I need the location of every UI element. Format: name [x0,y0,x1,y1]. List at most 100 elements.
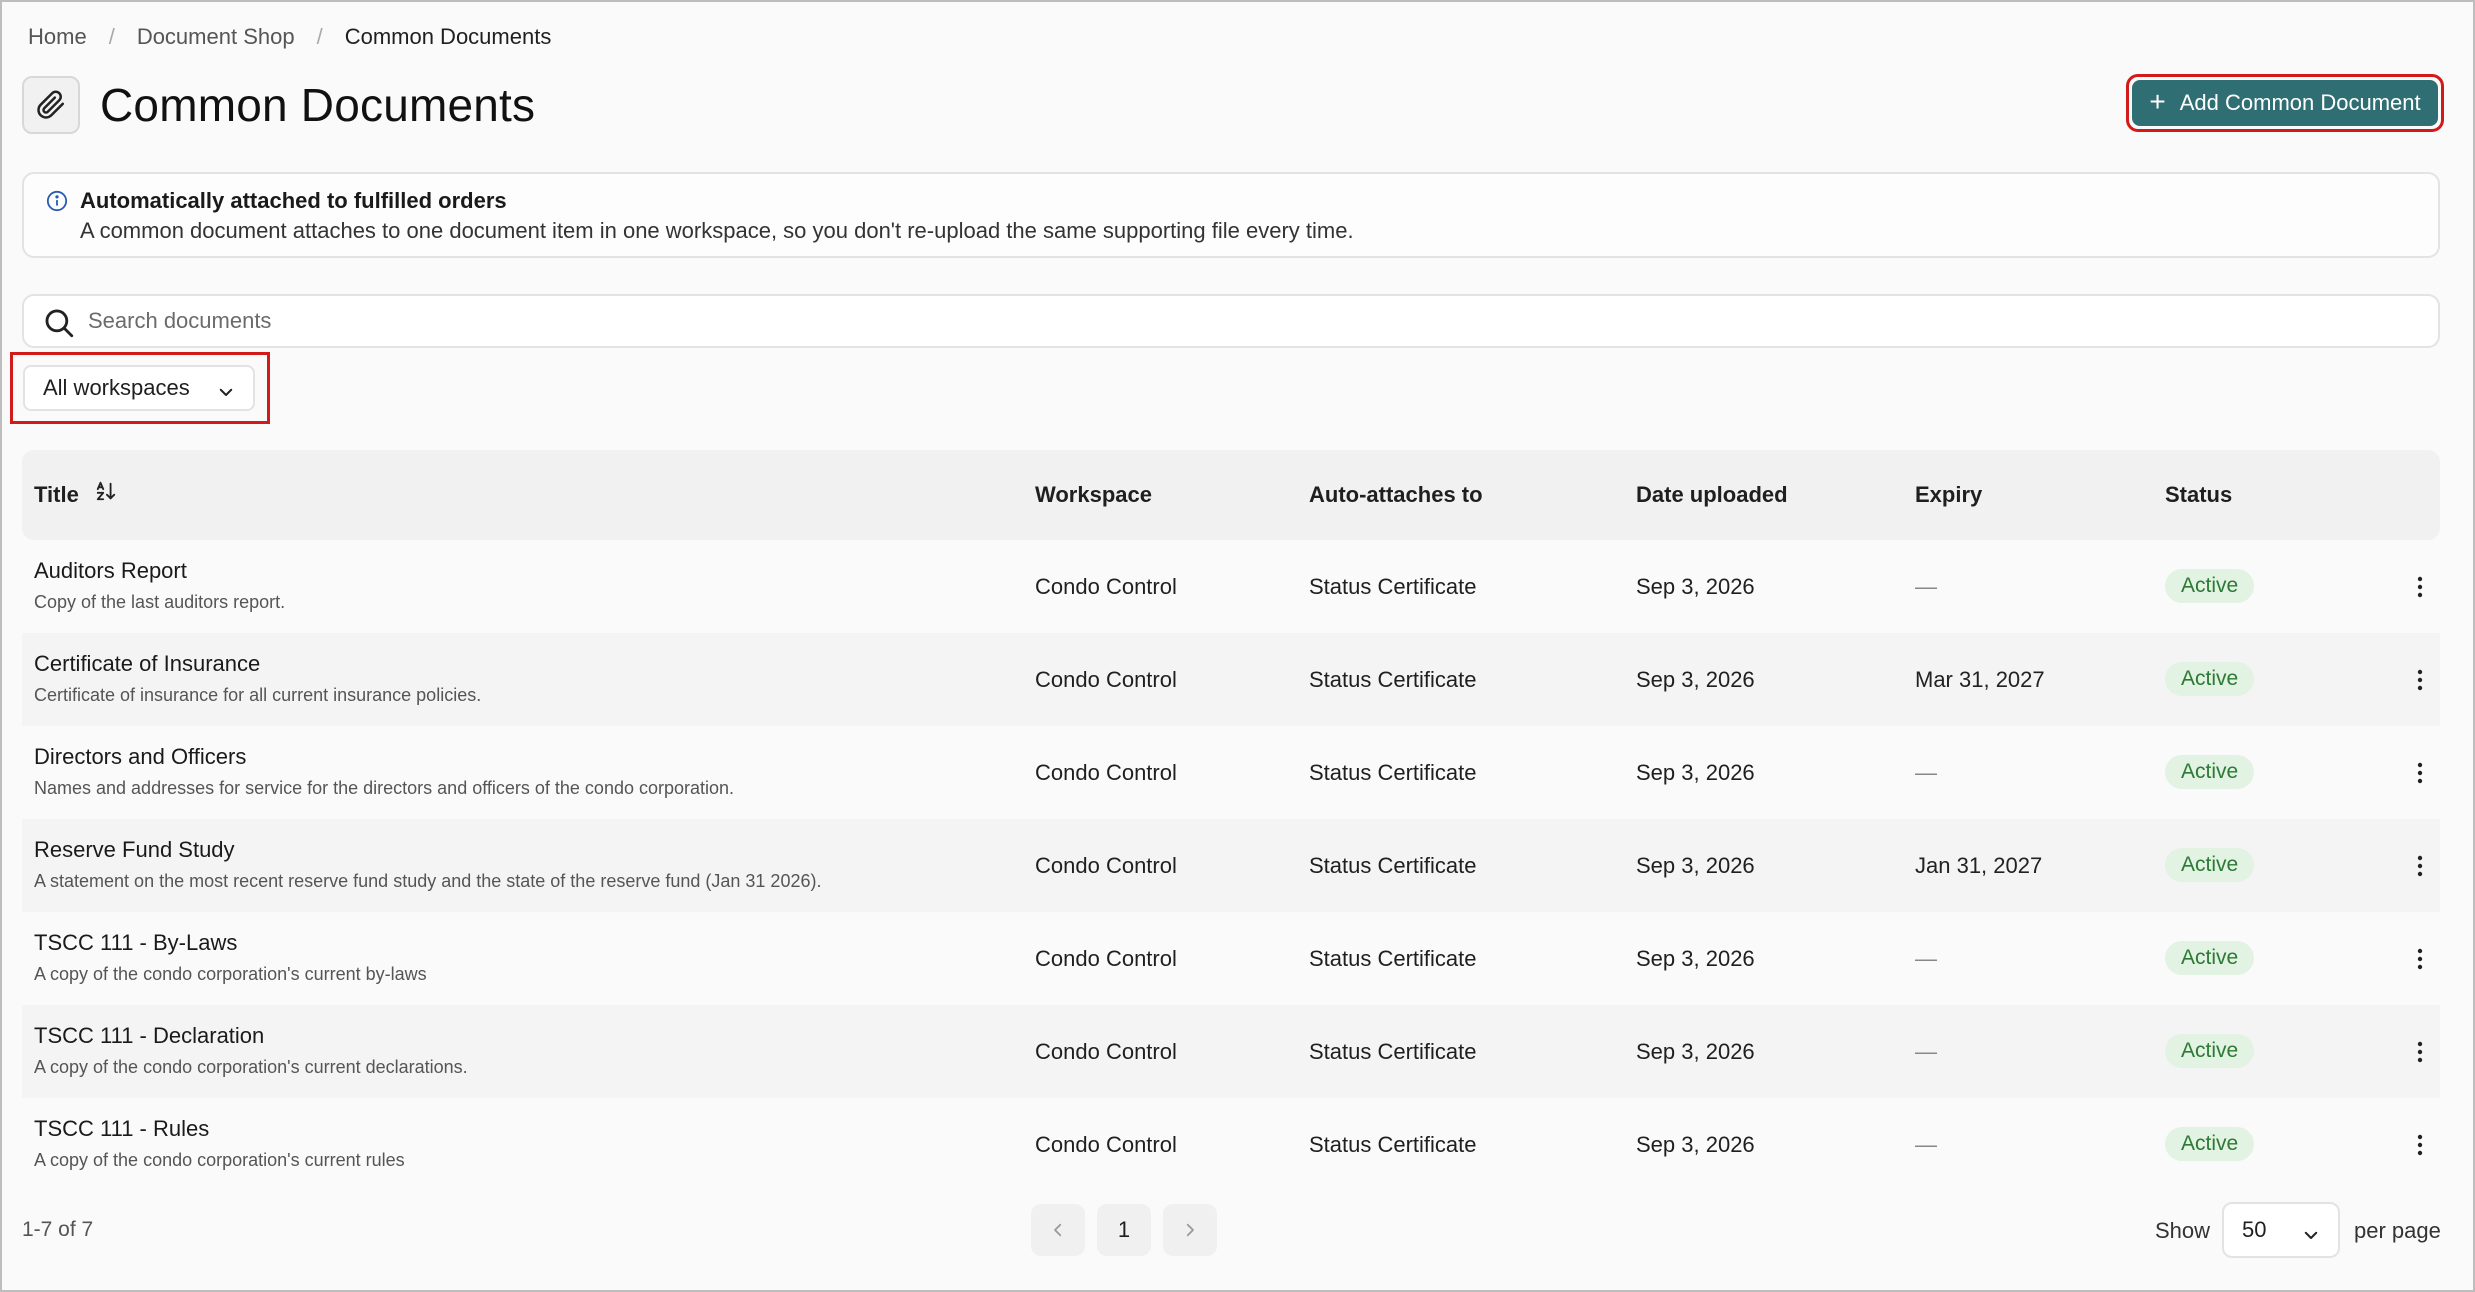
document-description: Copy of the last auditors report. [34,592,286,612]
breadcrumb-current: Common Documents [344,24,552,49]
breadcrumb-separator: / [316,24,323,49]
expiry-cell: Jan 31, 2027 [1915,853,2043,878]
status-badge: Active [2165,1127,2255,1161]
table-row[interactable]: Certificate of Insurance Certificate of … [22,633,2440,726]
table-row[interactable]: TSCC 111 - By-Laws A copy of the condo c… [22,912,2440,1005]
expiry-cell: — [1915,574,1937,599]
document-title: Auditors Report [34,558,187,583]
table-header: Title Workspace Auto-attaches to Date up… [22,450,2440,540]
table-row[interactable]: Auditors Report Copy of the last auditor… [22,540,2440,633]
date-uploaded-cell: Sep 3, 2026 [1636,667,1755,692]
auto-attaches-cell: Status Certificate [1309,1039,1477,1064]
auto-attaches-cell: Status Certificate [1309,1132,1477,1157]
next-page-button[interactable] [1163,1204,1217,1256]
status-badge: Active [2165,941,2255,975]
date-uploaded-cell: Sep 3, 2026 [1636,1132,1755,1157]
workspace-cell: Condo Control [1035,946,1177,971]
info-title: Automatically attached to fulfilled orde… [80,188,507,213]
workspace-cell: Condo Control [1035,1132,1177,1157]
sort-icon[interactable] [95,480,117,508]
column-date-uploaded-header: Date uploaded [1636,482,1788,507]
add-button-highlight: + Add Common Document [2126,74,2444,132]
more-vertical-icon[interactable] [2406,663,2434,697]
previous-page-button[interactable] [1031,1204,1085,1256]
breadcrumb-separator: / [108,24,115,49]
page-title: Common Documents [100,79,536,131]
document-title: Reserve Fund Study [34,837,235,862]
info-icon [46,190,68,217]
date-uploaded-cell: Sep 3, 2026 [1636,1039,1755,1064]
expiry-cell: — [1915,760,1937,785]
date-uploaded-cell: Sep 3, 2026 [1636,760,1755,785]
document-description: A copy of the condo corporation's curren… [34,1150,405,1170]
workspace-cell: Condo Control [1035,574,1177,599]
breadcrumb-home[interactable]: Home [28,24,87,50]
page-number-button[interactable]: 1 [1097,1204,1151,1256]
workspace-filter-select[interactable]: All workspaces [23,365,255,411]
auto-attaches-cell: Status Certificate [1309,760,1477,785]
document-title: Directors and Officers [34,744,247,769]
auto-attaches-cell: Status Certificate [1309,667,1477,692]
document-title: Certificate of Insurance [34,651,261,676]
page-header: Common Documents [22,76,535,134]
more-vertical-icon[interactable] [2406,1128,2434,1162]
status-badge: Active [2165,848,2255,882]
table-row[interactable]: Directors and Officers Names and address… [22,726,2440,819]
plus-icon: + [2149,86,2166,117]
document-title: TSCC 111 - Declaration [34,1023,265,1048]
document-title: TSCC 111 - By-Laws [34,930,238,955]
results-count: 1-7 of 7 [22,1218,94,1241]
document-description: Names and addresses for service for the … [34,778,735,798]
auto-attaches-cell: Status Certificate [1309,853,1477,878]
search-input[interactable] [88,304,2388,338]
expiry-cell: — [1915,1039,1937,1064]
table-row[interactable]: TSCC 111 - Rules A copy of the condo cor… [22,1098,2440,1191]
status-badge: Active [2165,662,2255,696]
per-page-select[interactable]: 50 [2222,1202,2340,1258]
add-button-label: Add Common Document [2179,90,2421,115]
workspace-filter-value: All workspaces [43,375,190,400]
more-vertical-icon[interactable] [2406,942,2434,976]
auto-attaches-cell: Status Certificate [1309,946,1477,971]
workspace-cell: Condo Control [1035,1039,1177,1064]
search-icon [42,306,76,345]
chevron-down-icon [217,381,235,407]
chevron-right-icon [1186,1223,1194,1237]
column-workspace-header: Workspace [1035,482,1152,507]
table-row[interactable]: TSCC 111 - Declaration A copy of the con… [22,1005,2440,1098]
column-expiry-header: Expiry [1915,482,1983,507]
more-vertical-icon[interactable] [2406,849,2434,883]
date-uploaded-cell: Sep 3, 2026 [1636,574,1755,599]
expiry-cell: Mar 31, 2027 [1915,667,2045,692]
per-page-value: 50 [2242,1217,2267,1242]
document-description: A copy of the condo corporation's curren… [34,1057,468,1077]
more-vertical-icon[interactable] [2406,756,2434,790]
chevron-down-icon [2302,1224,2320,1250]
paperclip-icon [22,76,80,134]
column-status-header: Status [2165,482,2233,507]
documents-table: Title Workspace Auto-attaches to Date up… [22,450,2440,1191]
column-title-header[interactable]: Title [34,482,117,508]
document-description: Certificate of insurance for all current… [34,685,482,705]
breadcrumb-document-shop[interactable]: Document Shop [137,24,295,50]
document-description: A copy of the condo corporation's curren… [34,964,427,984]
workspace-cell: Condo Control [1035,760,1177,785]
date-uploaded-cell: Sep 3, 2026 [1636,853,1755,878]
chevron-left-icon [1054,1223,1062,1237]
show-label: Show [2155,1218,2211,1243]
table-row[interactable]: Reserve Fund Study A statement on the mo… [22,819,2440,912]
add-common-document-button[interactable]: + Add Common Document [2132,80,2438,126]
expiry-cell: — [1915,946,1937,971]
workspace-filter-highlight: All workspaces [10,352,270,424]
column-auto-attaches-header: Auto-attaches to [1309,482,1483,507]
per-page-label: per page [2354,1218,2441,1243]
expiry-cell: — [1915,1132,1937,1157]
info-banner: Automatically attached to fulfilled orde… [22,172,2440,258]
more-vertical-icon[interactable] [2406,570,2434,604]
document-description: A statement on the most recent reserve f… [34,871,822,891]
status-badge: Active [2165,755,2255,789]
info-text: A common document attaches to one docume… [80,218,1354,243]
search-bar [22,294,2440,348]
more-vertical-icon[interactable] [2406,1035,2434,1069]
document-title: TSCC 111 - Rules [34,1116,210,1141]
